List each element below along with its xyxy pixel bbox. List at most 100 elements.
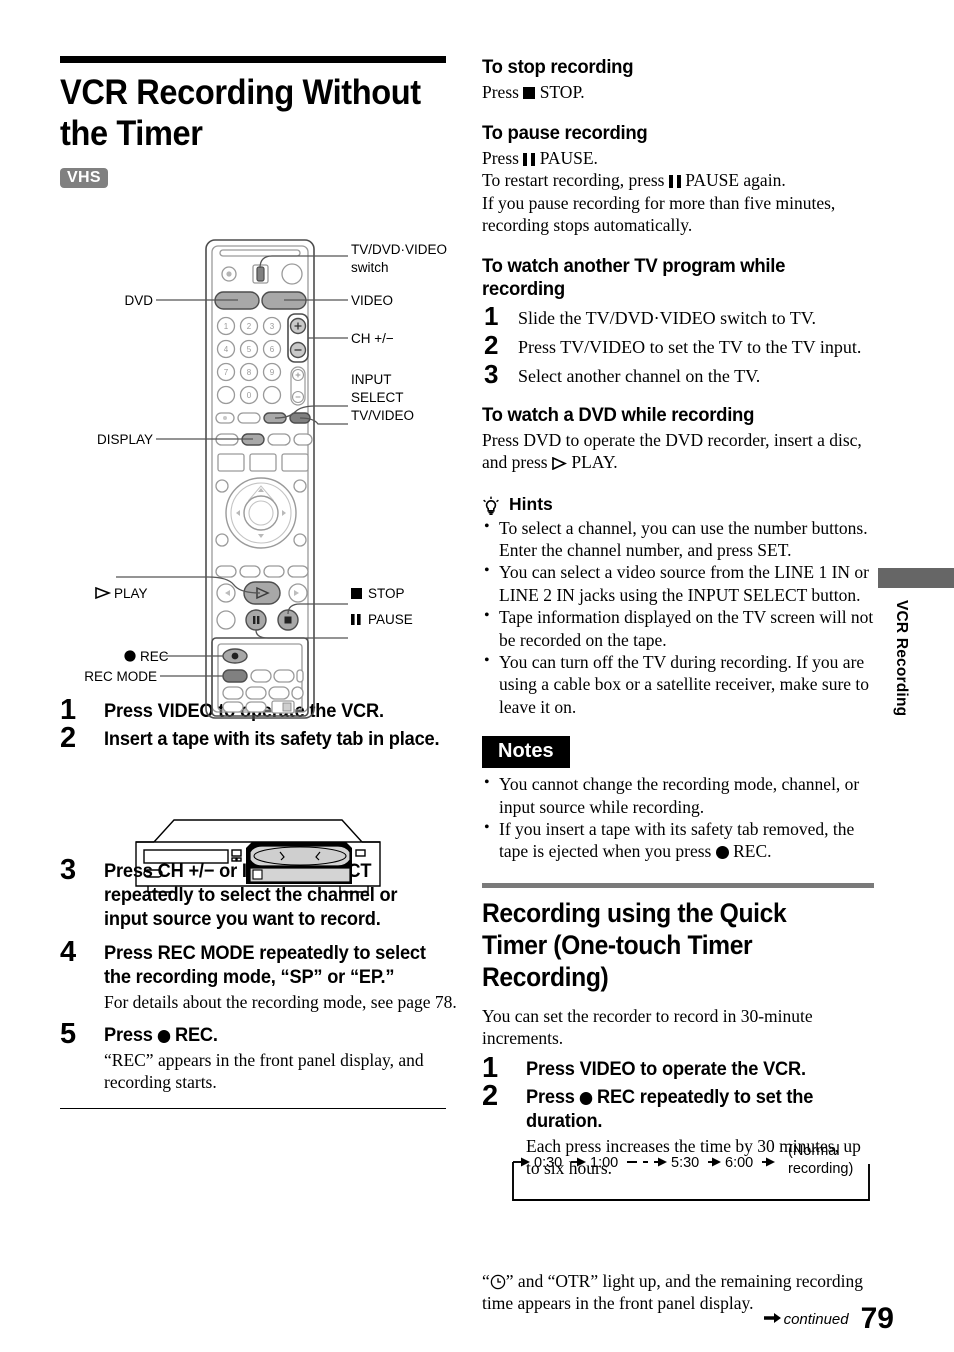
watch-tv-step-3-number: 3: [484, 358, 499, 389]
svg-text:8: 8: [247, 368, 252, 377]
stop-recording-heading: To stop recording: [482, 56, 634, 78]
step-4-text: Press REC MODE repeatedly to select the …: [104, 943, 426, 988]
manual-page: VCR Recording Without the Timer VHS 1 Pr…: [0, 0, 954, 1352]
quick-timer-rule: [482, 882, 874, 888]
label-tv-dvd-video-switch-2: switch: [351, 260, 389, 275]
pause-recording-heading: To pause recording: [482, 121, 648, 144]
timer-value-2: 5:30: [671, 1155, 699, 1171]
label-stop-group: STOP: [351, 586, 405, 601]
label-pause-group: PAUSE: [351, 612, 413, 627]
quick-timer-step-1: 1 Press VIDEO to operate the VCR.: [482, 1053, 874, 1082]
timer-value-1: 1:00: [590, 1155, 618, 1171]
remote-number-keypad: 1 2 3 4 5 6 7 8 9 0: [216, 316, 282, 405]
notes-list: You cannot change the recording mode, ch…: [482, 772, 874, 863]
step-5-text: Press REC.: [104, 1024, 446, 1048]
page-number: 79: [860, 1302, 894, 1335]
svg-text:6: 6: [270, 345, 275, 354]
notes-heading: Notes: [482, 736, 570, 769]
left-column-bottom-rule: [60, 1107, 446, 1110]
quick-timer-intro: You can set the recorder to record in 30…: [482, 1005, 813, 1049]
watch-tv-step-1: 1 Slide the TV/DVD·VIDEO switch to TV.: [482, 303, 874, 330]
vhs-cassette: [246, 842, 352, 884]
step-4: 4 Press REC MODE repeatedly to select th…: [60, 938, 460, 1014]
remote-lower-panel: [211, 637, 309, 717]
clock-icon: [490, 1271, 506, 1291]
remote-play-row: [216, 581, 308, 605]
hint-item: To select a channel, you can use the num…: [482, 516, 874, 562]
pause-recording-text: Press PAUSE. To restart recording, press…: [482, 147, 874, 237]
label-ch: CH +/−: [351, 331, 394, 346]
rec-dot-icon-3: [579, 1091, 593, 1105]
side-tab: VCR Recording: [878, 568, 954, 716]
label-play: PLAY: [114, 586, 148, 601]
side-tab-label: VCR Recording: [893, 600, 910, 717]
media-badge-row: VHS: [60, 168, 460, 188]
arrow-right-icon: [763, 1311, 782, 1328]
pause-l1-post: PAUSE.: [535, 147, 598, 168]
continued-marker: continued: [763, 1311, 849, 1334]
rec-dot-icon-2: [715, 846, 729, 860]
label-display: DISPLAY: [97, 432, 153, 447]
timer-value-0: 0:30: [534, 1155, 562, 1171]
lightbulb-icon: [482, 496, 500, 516]
timer-end-label-2: recording): [788, 1161, 853, 1177]
step-4-number: 4: [60, 936, 77, 968]
remote-stop-pause-row: [216, 609, 299, 631]
watch-dvd-pre: Press DVD to operate the DVD recorder, i…: [482, 429, 862, 473]
label-input: INPUT: [351, 372, 392, 387]
step-5-text-post: REC.: [170, 1024, 218, 1046]
watch-tv-step-3: 3 Select another channel on the TV.: [482, 358, 874, 389]
hint-item: Tape information displayed on the TV scr…: [482, 605, 874, 651]
label-tv-dvd-video-switch-1: TV/DVD·VIDEO: [351, 242, 447, 257]
qt-closing-pre: “: [482, 1270, 490, 1291]
remote-dpad: [215, 477, 307, 549]
pause-l2-post: PAUSE again.: [680, 170, 786, 190]
stop-text-post: STOP.: [535, 82, 585, 102]
quick-timer-loop-diagram: .td{font-family:"Liberation Sans",sans-s…: [505, 1142, 883, 1220]
watch-tv-heading: To watch another TV program while record…: [482, 254, 786, 300]
stop-square-icon: [523, 87, 536, 99]
page-title: VCR Recording Without the Timer: [60, 73, 421, 153]
remote-input-row: [215, 412, 311, 424]
qt-step2-pre: Press: [526, 1086, 580, 1108]
remote-top-row: [221, 263, 303, 285]
hint-item: You can select a video source from the L…: [482, 560, 874, 606]
remote-ch-rocker: [287, 313, 309, 363]
label-rec-group: REC: [124, 649, 169, 664]
note-2-pre: If you insert a tape with its safety tab…: [499, 818, 855, 862]
label-rec-mode: REC MODE: [84, 669, 157, 684]
quick-timer-heading: Recording using the Quick Timer (One-tou…: [482, 897, 787, 992]
quick-timer-step-1-text: Press VIDEO to operate the VCR.: [526, 1058, 806, 1080]
quick-timer-step-1-number: 1: [482, 1051, 499, 1084]
right-column: To stop recording Press STOP. To pause r…: [482, 56, 874, 1315]
svg-text:7: 7: [224, 368, 229, 377]
watch-tv-step-2-number: 2: [484, 329, 499, 360]
watch-tv-step-1-text: Slide the TV/DVD·VIDEO switch to TV.: [518, 307, 816, 328]
watch-tv-step-2-text: Press TV/VIDEO to set the TV to the TV i…: [518, 336, 862, 357]
label-play-group: PLAY: [95, 586, 148, 601]
step-2: 2 Insert a tape with its safety tab in p…: [60, 724, 460, 753]
hint-item: You can turn off the TV during recording…: [482, 650, 874, 718]
hints-list: To select a channel, you can use the num…: [482, 516, 874, 719]
step-2-number: 2: [60, 722, 77, 754]
play-triangle-icon: [552, 453, 568, 471]
svg-text:2: 2: [247, 322, 252, 331]
label-video: VIDEO: [351, 293, 393, 308]
svg-text:1: 1: [224, 322, 229, 331]
step-5-subtext: “REC” appears in the front panel display…: [104, 1049, 424, 1093]
svg-text:0: 0: [247, 391, 252, 400]
note-item: If you insert a tape with its safety tab…: [482, 817, 874, 863]
label-dvd: DVD: [124, 293, 153, 308]
watch-tv-step-2: 2 Press TV/VIDEO to set the TV to the TV…: [482, 329, 874, 360]
note-2-post: REC.: [728, 841, 772, 862]
title-rule: [60, 56, 446, 63]
vhs-badge: VHS: [60, 168, 108, 188]
quick-timer-step-2-number: 2: [482, 1079, 499, 1112]
label-tv-video: TV/VIDEO: [351, 408, 414, 423]
page-footer: continued 79: [763, 1302, 894, 1335]
svg-text:4: 4: [224, 345, 229, 354]
step-3-number: 3: [60, 854, 77, 886]
pause-bars-icon-2: [668, 175, 681, 188]
pause-l3: If you pause recording for more than fiv…: [482, 192, 836, 236]
remote-volume-rocker: [290, 366, 306, 406]
